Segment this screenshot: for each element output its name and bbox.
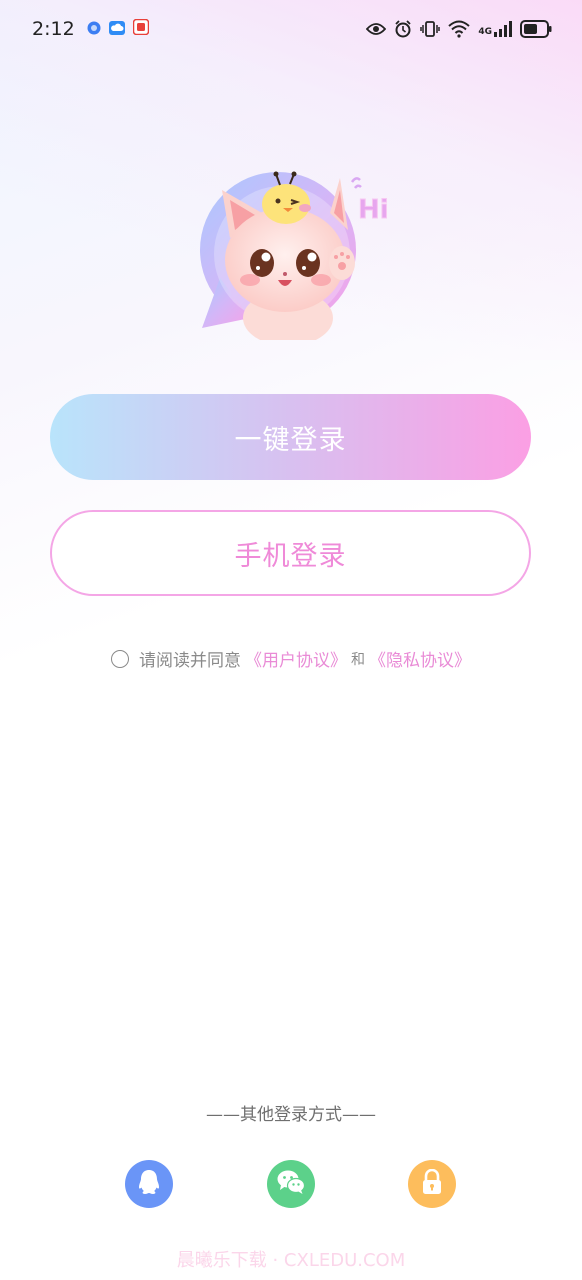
wechat-login-button[interactable]	[267, 1160, 315, 1208]
network-label: 4G	[478, 27, 492, 37]
watermark: 晨曦乐下载 · CXLEDU.COM	[176, 1250, 406, 1271]
wechat-icon	[276, 1169, 306, 1199]
lock-icon	[421, 1168, 443, 1199]
cloud-icon	[108, 20, 125, 39]
status-right: 4G	[366, 20, 552, 38]
agreement-prefix: 请阅读并同意	[139, 651, 241, 671]
password-login-button[interactable]	[408, 1160, 456, 1208]
signal-icon	[494, 21, 512, 37]
wifi-icon	[448, 20, 471, 38]
eye-icon	[366, 22, 387, 36]
alarm-icon	[394, 20, 412, 38]
user-agreement-link[interactable]: 《用户协议》	[245, 646, 347, 671]
signal-group: 4G	[478, 21, 512, 37]
status-left: 2:12	[32, 18, 149, 40]
battery-icon	[520, 20, 552, 38]
browser-icon	[87, 20, 101, 39]
privacy-policy-link[interactable]: 《隐私协议》	[369, 646, 471, 671]
phone-login-button[interactable]: 手机登录	[50, 510, 531, 596]
agreement-row: 请阅读并同意 《用户协议》 和 《隐私协议》	[0, 646, 582, 671]
qq-login-button[interactable]	[125, 1160, 173, 1208]
other-login-title: ——其他登录方式——	[206, 1105, 376, 1125]
status-time: 2:12	[32, 18, 75, 40]
app-icon	[132, 18, 149, 39]
status-bar: 2:12 4G	[0, 0, 582, 58]
agreement-and: 和	[351, 651, 365, 668]
mascot-illustration: Hi	[190, 168, 410, 346]
mascot-greeting: Hi	[358, 195, 389, 225]
agreement-radio[interactable]	[111, 649, 129, 668]
qq-icon	[136, 1168, 162, 1200]
vibrate-icon	[420, 21, 441, 37]
one-key-login-button[interactable]: 一键登录	[50, 394, 531, 480]
